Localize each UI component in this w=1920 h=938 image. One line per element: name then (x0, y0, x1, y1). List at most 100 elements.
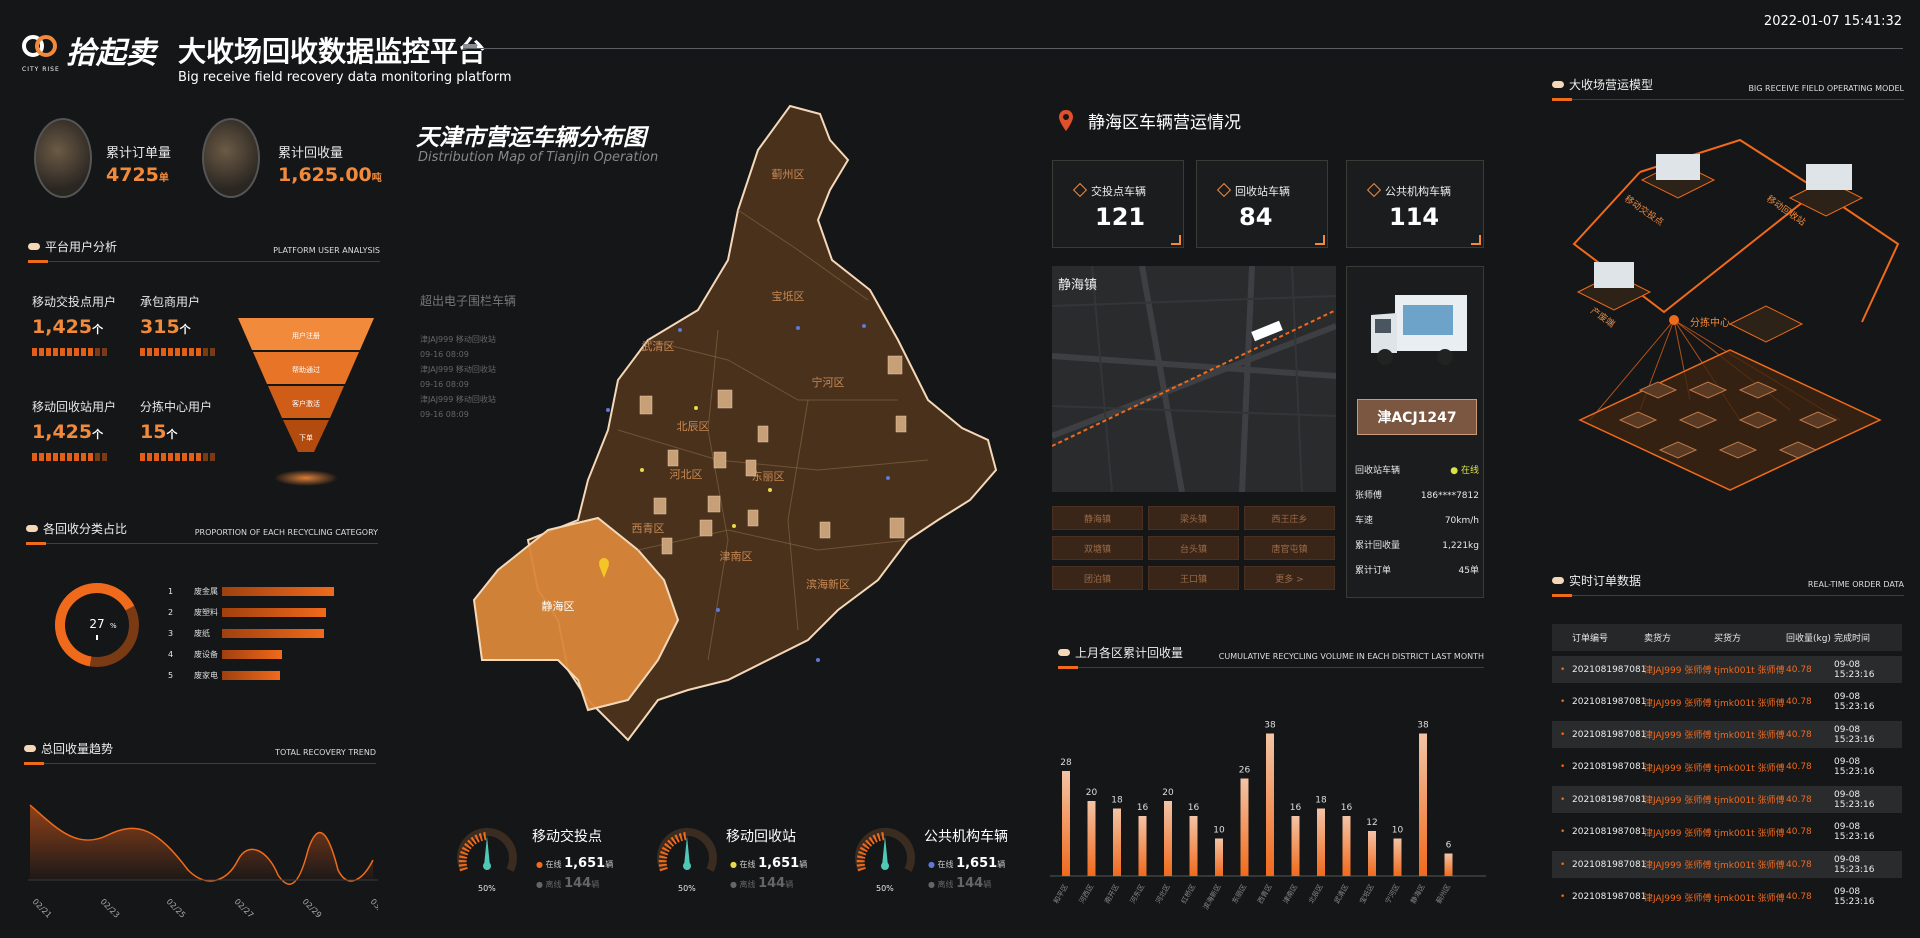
town-button[interactable]: 唐官屯镇 (1244, 536, 1335, 560)
category-row: 3 废纸 (168, 626, 378, 641)
bar[interactable] (1164, 801, 1172, 876)
table-row[interactable]: • 2021081987081 津JAJ999 张师傅 tjmk001t 张师傅 40.… (1552, 721, 1902, 748)
order-id-cell: 2021081987081 (1572, 762, 1647, 772)
town-button[interactable]: 西王庄乡 (1244, 506, 1335, 530)
district-label: 北辰区 (677, 420, 710, 433)
district-label: 蓟州区 (772, 168, 805, 181)
bar[interactable] (1317, 808, 1325, 877)
time-cell: 09-08 15:23:16 (1834, 789, 1875, 810)
plate-badge: 津ACJ1247 (1357, 399, 1477, 435)
category-name: 废设备 (194, 650, 218, 659)
orders-unit: 单 (158, 173, 169, 184)
table-row[interactable]: • 2021081987081 津JAJ999 张师傅 tjmk001t 张师傅 40.… (1552, 884, 1902, 911)
bar[interactable] (1342, 816, 1351, 876)
user-stat-value-wrap: 315个 (140, 316, 215, 338)
town-button[interactable]: 王口镇 (1148, 566, 1239, 590)
trend-chart: 02/21 02/23 02/25 02/27 02/29 03/02 (28, 804, 378, 920)
category-row: 2 废塑料 (168, 605, 378, 620)
bar-value-label: 16 (1137, 803, 1149, 813)
vehicle-info-key: 累计订单 (1355, 566, 1392, 576)
gauge-offline: ● 离线 144辆 (536, 876, 600, 891)
bar[interactable] (1291, 816, 1300, 876)
bar[interactable] (1189, 816, 1198, 876)
cloud-icon (1058, 649, 1070, 656)
user-stat-1: 移动交投点用户 1,425个 (32, 293, 116, 356)
ops-card-label: 交投点车辆 (1072, 182, 1146, 199)
user-stat-value: 1,425 (32, 316, 93, 338)
bar[interactable] (1062, 771, 1070, 876)
orders-value: 4725 (106, 164, 159, 186)
district-label: 武清区 (642, 340, 675, 353)
table-row[interactable]: • 2021081987081 津JAJ999 张师傅 tjmk001t 张师傅 40.… (1552, 786, 1902, 813)
time-cell: 09-08 15:23:16 (1834, 659, 1875, 680)
bar[interactable] (1240, 778, 1249, 877)
weight-cell: 40.78 (1786, 892, 1812, 902)
category-name: 废纸 (194, 629, 210, 638)
gauge-offline-value: 144 (956, 876, 984, 891)
time-cell: 09-08 15:23:16 (1834, 724, 1875, 745)
category-bar (222, 587, 334, 596)
seller-cell: 津JAJ999 张师傅 (1644, 796, 1712, 806)
category-row: 1 废金属 (168, 584, 378, 599)
bar-chart-header: 上月各区累计回收量 CUMULATIVE RECYCLING VOLUME IN… (1058, 644, 1484, 669)
street-map[interactable]: 静海镇 (1052, 266, 1336, 492)
recycle-label: 累计回收量 (278, 146, 344, 161)
bar[interactable] (1419, 733, 1427, 877)
district-label: 西青区 (632, 522, 665, 535)
user-stat-value-wrap: 15个 (140, 421, 215, 443)
gauge-offline-unit: 辆 (785, 880, 794, 889)
orders-table-header: 订单编号 卖货方 买货方 回收量(kg) 完成时间 (1552, 624, 1902, 651)
diamond-icon (1072, 182, 1088, 198)
vehicle-info-value: 70km/h (1444, 516, 1479, 526)
user-analysis-title-en: PLATFORM USER ANALYSIS (273, 246, 380, 255)
town-button[interactable]: 双塘镇 (1052, 536, 1143, 560)
ops-card-2: 回收站车辆 84 (1196, 160, 1328, 248)
buyer-cell: tjmk001t 张师傅 (1714, 828, 1785, 839)
table-row[interactable]: • 2021081987081 津JAJ999 张师傅 tjmk001t 张师傅 40.… (1552, 656, 1902, 683)
vehicle-info-row: 累计回收量 1,221kg (1355, 534, 1479, 559)
vehicle-info-key: 车速 (1355, 516, 1374, 526)
town-button[interactable]: 静海镇 (1052, 506, 1143, 530)
trend-x-label: 02/23 (99, 897, 122, 920)
table-row[interactable]: • 2021081987081 津JAJ999 张师傅 tjmk001t 张师傅 40.… (1552, 689, 1902, 716)
bar-category-label: 津南区 (1281, 883, 1299, 906)
bar[interactable] (1087, 801, 1096, 876)
logo: 拾起卖 CITY RISE (22, 30, 162, 80)
user-stat-label: 移动交投点用户 (32, 295, 117, 309)
bar[interactable] (1266, 733, 1274, 877)
bar-value-label: 18 (1315, 796, 1327, 806)
street-map-lines (1052, 266, 1336, 492)
bar[interactable] (1444, 853, 1453, 877)
bar-category-label: 东丽区 (1230, 883, 1248, 906)
table-row[interactable]: • 2021081987081 津JAJ999 张师傅 tjmk001t 张师傅 40.… (1552, 851, 1902, 878)
town-button[interactable]: 梁头镇 (1148, 506, 1239, 530)
row-bullet-icon: • (1560, 664, 1566, 675)
user-analysis-header: 平台用户分析 PLATFORM USER ANALYSIS (28, 238, 380, 263)
gauge-online-label: 在线 (545, 860, 562, 869)
page-title: 大收场回收数据监控平台 (178, 35, 487, 68)
tianjin-map[interactable]: 蓟州区 宝坻区 武清区 宁河区 北辰区 东丽区 河北区 西青区 津南区 滨海新区… (468, 100, 1008, 780)
bar[interactable] (1368, 831, 1376, 876)
bar[interactable] (1113, 808, 1121, 877)
funnel-label: 下单 (299, 433, 313, 442)
order-id-cell: 2021081987081 (1572, 827, 1647, 837)
district-buttons: 静海镇 梁头镇 西王庄乡 双塘镇 台头镇 唐官屯镇 团泊镇 王口镇 更多 > (1052, 506, 1342, 598)
cloud-icon (1552, 81, 1564, 88)
town-button[interactable]: 团泊镇 (1052, 566, 1143, 590)
bar[interactable] (1393, 838, 1402, 877)
order-id-cell: 2021081987081 (1572, 892, 1647, 902)
more-button[interactable]: 更多 > (1244, 566, 1335, 590)
buyer-cell: tjmk001t 张师傅 (1714, 796, 1785, 806)
trend-title-en: TOTAL RECOVERY TREND (275, 748, 376, 757)
table-row[interactable]: • 2021081987081 津JAJ999 张师傅 tjmk001t 张师傅 40.… (1552, 819, 1902, 846)
row-bullet-icon: • (1560, 827, 1566, 837)
bar[interactable] (1138, 816, 1147, 876)
town-button[interactable]: 台头镇 (1148, 536, 1239, 560)
trend-area (30, 805, 373, 885)
bar[interactable] (1215, 838, 1223, 877)
gauge-title: 移动交投点 (532, 829, 602, 845)
category-name: 废家电 (194, 671, 218, 680)
table-row[interactable]: • 2021081987081 津JAJ999 张师傅 tjmk001t 张师傅 40.… (1552, 754, 1902, 781)
bar-value-label: 28 (1060, 758, 1072, 768)
category-rank: 5 (168, 671, 174, 680)
